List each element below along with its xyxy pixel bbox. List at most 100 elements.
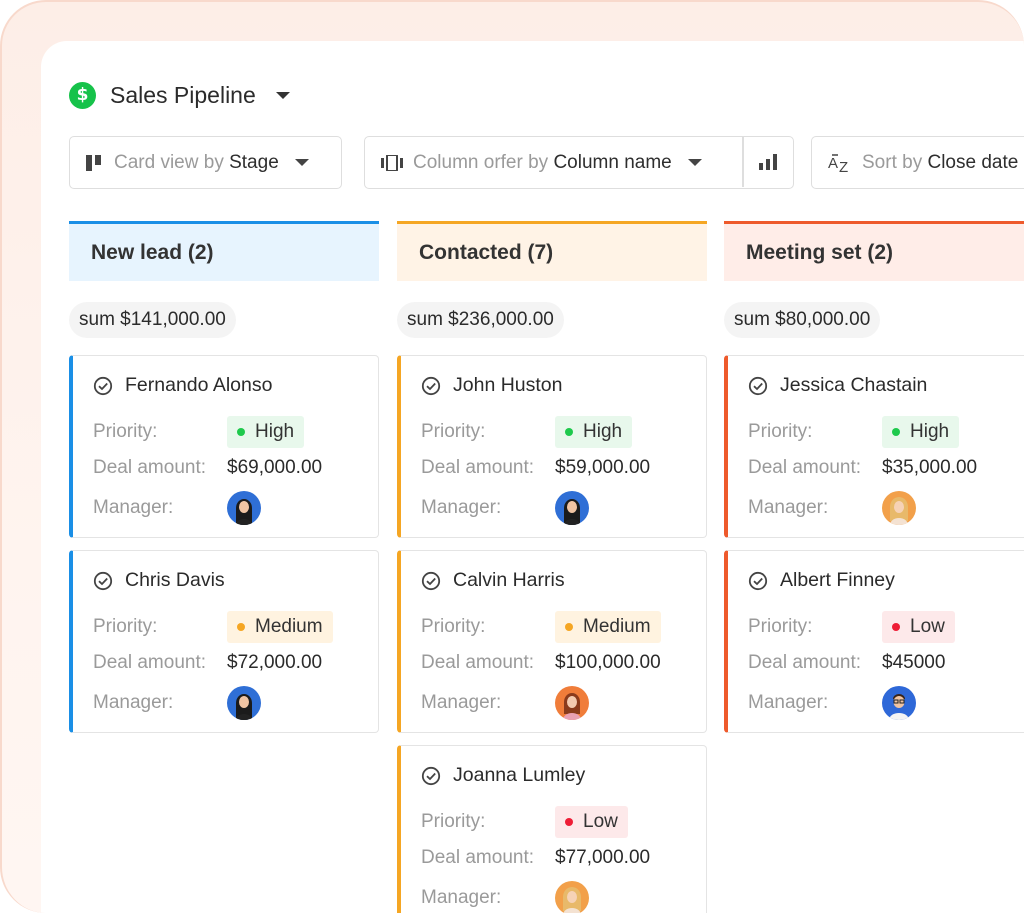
deal-amount-label: Deal amount: bbox=[93, 652, 207, 673]
deal-amount-value: $100,000.00 bbox=[555, 652, 661, 673]
check-circle-icon[interactable] bbox=[748, 571, 768, 591]
card-view-dropdown[interactable]: Card view by Stage bbox=[69, 136, 342, 189]
bar-chart-icon[interactable] bbox=[743, 137, 793, 187]
priority-label: Priority: bbox=[421, 616, 486, 637]
stage-column: Contacted (7) sum $236,000.00 John Huston P… bbox=[397, 221, 707, 913]
deal-name: Joanna Lumley bbox=[453, 764, 586, 786]
priority-row: Priority: Low bbox=[748, 611, 955, 643]
manager-label: Manager: bbox=[748, 692, 829, 713]
manager-row: Manager: bbox=[748, 686, 916, 720]
check-circle-icon[interactable] bbox=[93, 571, 113, 591]
priority-badge: Low bbox=[555, 806, 628, 838]
manager-label: Manager: bbox=[421, 692, 502, 713]
card-title: Joanna Lumley bbox=[421, 764, 585, 787]
deal-amount-value: $59,000.00 bbox=[555, 457, 651, 478]
manager-row: Manager: bbox=[748, 491, 916, 525]
priority-label: Priority: bbox=[421, 421, 486, 442]
check-circle-icon[interactable] bbox=[93, 376, 113, 396]
priority-badge: High bbox=[555, 416, 633, 448]
deal-amount-label: Deal amount: bbox=[421, 847, 535, 868]
check-circle-icon[interactable] bbox=[748, 376, 768, 396]
deal-amount-label: Deal amount: bbox=[748, 652, 862, 673]
column-header[interactable]: New lead (2) bbox=[69, 221, 379, 281]
deal-amount-value: $45000 bbox=[882, 652, 946, 673]
manager-label: Manager: bbox=[93, 692, 174, 713]
priority-label: Priority: bbox=[93, 421, 158, 442]
card-list: John Huston Priority: High Deal amount: $59,… bbox=[397, 355, 707, 913]
manager-avatar[interactable] bbox=[555, 491, 589, 525]
check-circle-icon[interactable] bbox=[421, 376, 441, 396]
column-order-prefix: Column orfer by bbox=[413, 151, 549, 173]
dollar-icon: $ bbox=[69, 81, 96, 109]
manager-label: Manager: bbox=[748, 497, 829, 518]
deal-amount-value: $72,000.00 bbox=[227, 652, 323, 673]
deal-amount-row: Deal amount: $59,000.00 bbox=[421, 457, 650, 479]
deal-card[interactable]: Albert Finney Priority: Low Deal amount: $45… bbox=[724, 550, 1024, 733]
card-view-value: Stage bbox=[229, 151, 279, 173]
sort-az-icon: AZ bbox=[828, 153, 852, 173]
manager-row: Manager: bbox=[93, 686, 261, 720]
deal-amount-row: Deal amount: $100,000.00 bbox=[421, 652, 661, 674]
manager-avatar[interactable] bbox=[882, 491, 916, 525]
priority-row: Priority: Low bbox=[421, 806, 628, 838]
check-circle-icon[interactable] bbox=[421, 571, 441, 591]
priority-value: High bbox=[255, 421, 295, 442]
priority-label: Priority: bbox=[748, 616, 813, 637]
manager-avatar[interactable] bbox=[555, 881, 589, 913]
priority-value: Low bbox=[910, 616, 945, 637]
deal-amount-row: Deal amount: $45000 bbox=[748, 652, 945, 674]
priority-row: Priority: Medium bbox=[421, 611, 661, 643]
column-order-dropdown[interactable]: Column orfer by Column name bbox=[364, 136, 794, 189]
deal-card[interactable]: Jessica Chastain Priority: High Deal amount… bbox=[724, 355, 1024, 538]
priority-row: Priority: High bbox=[93, 416, 305, 448]
status-dot-icon bbox=[892, 623, 900, 631]
deal-name: Jessica Chastain bbox=[780, 374, 928, 396]
priority-row: Priority: High bbox=[748, 416, 960, 448]
priority-label: Priority: bbox=[93, 616, 158, 637]
manager-label: Manager: bbox=[421, 887, 502, 908]
manager-label: Manager: bbox=[421, 497, 502, 518]
deal-amount-value: $69,000.00 bbox=[227, 457, 323, 478]
manager-avatar[interactable] bbox=[227, 686, 261, 720]
deal-amount-row: Deal amount: $69,000.00 bbox=[93, 457, 322, 479]
column-summary: sum $80,000.00 bbox=[724, 281, 1024, 343]
deal-amount-value: $35,000.00 bbox=[882, 457, 978, 478]
sort-dropdown[interactable]: AZ Sort by Close date bbox=[811, 136, 1024, 189]
deal-name: Albert Finney bbox=[780, 569, 895, 591]
manager-avatar[interactable] bbox=[227, 491, 261, 525]
stage-column: New lead (2) sum $141,000.00 Fernando Alon… bbox=[69, 221, 379, 745]
deal-card[interactable]: Chris Davis Priority: Medium Deal amount: $7… bbox=[69, 550, 379, 733]
column-header[interactable]: Contacted (7) bbox=[397, 221, 707, 281]
status-dot-icon bbox=[565, 623, 573, 631]
card-title: Calvin Harris bbox=[421, 569, 565, 592]
priority-value: Medium bbox=[255, 616, 323, 637]
manager-avatar[interactable] bbox=[555, 686, 589, 720]
priority-value: High bbox=[583, 421, 623, 442]
svg-text:Z: Z bbox=[839, 159, 848, 173]
column-summary: sum $141,000.00 bbox=[69, 281, 379, 343]
status-dot-icon bbox=[237, 428, 245, 436]
svg-text:A: A bbox=[828, 155, 838, 172]
deal-amount-label: Deal amount: bbox=[421, 652, 535, 673]
status-dot-icon bbox=[565, 428, 573, 436]
manager-avatar[interactable] bbox=[882, 686, 916, 720]
app-window: $ Sales Pipeline Card view by Stage Colu… bbox=[41, 41, 1024, 913]
column-header[interactable]: Meeting set (2) bbox=[724, 221, 1024, 281]
check-circle-icon[interactable] bbox=[421, 766, 441, 786]
chevron-down-icon[interactable] bbox=[275, 91, 290, 99]
deal-card[interactable]: Fernando Alonso Priority: High Deal amount:… bbox=[69, 355, 379, 538]
manager-row: Manager: bbox=[421, 686, 589, 720]
sum-badge: sum $141,000.00 bbox=[69, 302, 236, 338]
deal-card[interactable]: John Huston Priority: High Deal amount: $59,… bbox=[397, 355, 707, 538]
manager-label: Manager: bbox=[93, 497, 174, 518]
deal-amount-value: $77,000.00 bbox=[555, 847, 651, 868]
column-summary: sum $236,000.00 bbox=[397, 281, 707, 343]
column-order-value: Column name bbox=[553, 151, 672, 173]
deal-card[interactable]: Joanna Lumley Priority: Low Deal amount: $77… bbox=[397, 745, 707, 913]
deal-name: Calvin Harris bbox=[453, 569, 565, 591]
deal-card[interactable]: Calvin Harris Priority: Medium Deal amount:… bbox=[397, 550, 707, 733]
deal-amount-row: Deal amount: $77,000.00 bbox=[421, 847, 650, 869]
priority-value: High bbox=[910, 421, 950, 442]
priority-badge: High bbox=[882, 416, 960, 448]
status-dot-icon bbox=[237, 623, 245, 631]
